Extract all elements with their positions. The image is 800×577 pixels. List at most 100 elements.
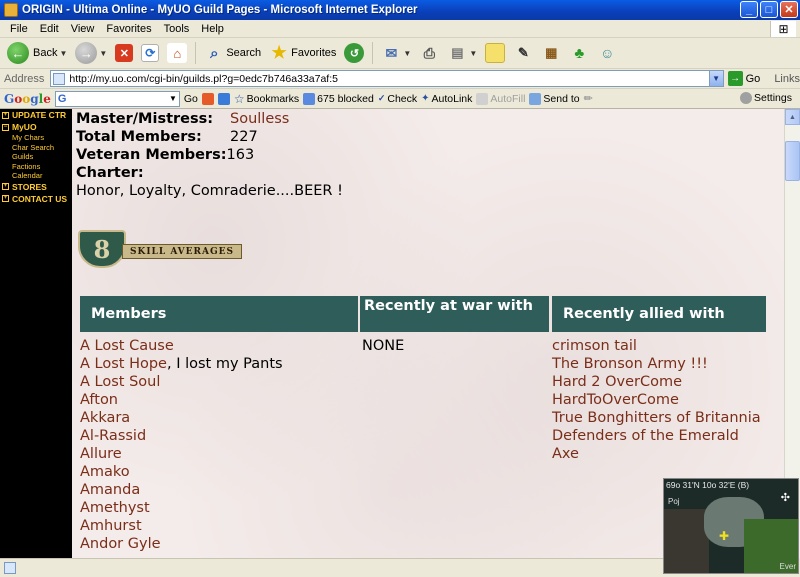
autolink-button[interactable]: ✦ AutoLink (421, 93, 472, 105)
highlighter-button[interactable]: ✏ (584, 92, 593, 105)
home-icon: ⌂ (167, 43, 188, 63)
minimap-terrain (664, 509, 709, 573)
menu-help[interactable]: Help (195, 23, 230, 35)
mail-button[interactable]: ✉ ▼ (378, 40, 414, 66)
menu-tools[interactable]: Tools (158, 23, 196, 35)
settings-label: Settings (754, 92, 792, 104)
maximize-button[interactable]: □ (760, 1, 778, 18)
member-link[interactable]: Amanda (80, 482, 140, 498)
autolink-label: AutoLink (431, 92, 473, 105)
member-link[interactable]: Allure (80, 446, 122, 462)
allied-guild-link[interactable]: crimson tail (552, 337, 766, 355)
war-column-header: Recently at war with (360, 296, 549, 332)
edit-button[interactable]: ▤ ▼ (444, 40, 480, 66)
member-link[interactable]: Afton (80, 392, 118, 408)
google-g-icon: G (57, 92, 67, 105)
google-search-input[interactable]: G ▼ (54, 90, 180, 107)
shield-icon: 8 (78, 230, 126, 268)
menu-file[interactable]: File (4, 23, 34, 35)
nav-calendar[interactable]: Calendar (0, 171, 72, 181)
menu-edit[interactable]: Edit (34, 23, 65, 35)
member-link[interactable]: Akkara (80, 410, 130, 426)
google-settings-button[interactable]: Settings (740, 92, 792, 104)
game-minimap[interactable]: 69o 31'N 10o 32'E (B) Poj ✣ ✚ Ever (663, 478, 799, 574)
scroll-up-arrow-icon[interactable]: ▲ (785, 109, 800, 125)
address-dropdown-icon[interactable]: ▼ (708, 70, 724, 87)
menu-favorites[interactable]: Favorites (100, 23, 157, 35)
member-link[interactable]: Amhurst (80, 518, 142, 534)
links-button[interactable]: Links (774, 73, 800, 85)
window-title: ORIGIN - Ultima Online - MyUO Guild Page… (22, 4, 418, 16)
back-dropdown-icon[interactable]: ▼ (59, 49, 67, 58)
skill-averages-button[interactable]: 8 SKILL AVERAGES (76, 230, 246, 268)
forward-button[interactable]: → ▼ (72, 40, 110, 66)
nav-guilds[interactable]: Guilds (0, 152, 72, 162)
expand-icon: + (2, 111, 9, 119)
note-icon (485, 43, 506, 63)
member-link[interactable]: Amako (80, 464, 130, 480)
member-link[interactable]: Al-Rassid (80, 428, 146, 444)
nav-contact-us[interactable]: + CONTACT US (0, 193, 72, 205)
send-to-button[interactable]: Send to (529, 92, 580, 105)
close-button[interactable]: ✕ (780, 1, 798, 18)
nav-factions[interactable]: Factions (0, 162, 72, 172)
people-button[interactable]: ☺ (594, 40, 620, 66)
minimap-label: Poj (668, 497, 680, 506)
refresh-button[interactable]: ⟳ (138, 40, 162, 66)
mail-icon: ✉ (385, 44, 398, 61)
list-item: Akkara (80, 409, 358, 427)
research-button[interactable]: ▦ (538, 40, 564, 66)
nav-update-ctr[interactable]: + UPDATE CTR (0, 109, 72, 121)
list-item: Andor Gyle (80, 535, 358, 553)
favorites-button[interactable]: ★ Favorites (266, 40, 339, 66)
nav-stores[interactable]: + STORES (0, 181, 72, 193)
google-logo-icon: Google (4, 91, 51, 106)
pagerank-button[interactable] (201, 92, 214, 105)
nav-myuo[interactable]: − MyUO (0, 121, 72, 133)
allied-guild-link[interactable]: True Bonghitters of Britannia (552, 409, 766, 427)
popup-blocked-label: 675 blocked (317, 92, 374, 105)
clover-button[interactable]: ♣ (566, 40, 592, 66)
scrollbar-thumb[interactable] (785, 141, 800, 181)
google-go-button[interactable]: Go (184, 93, 198, 105)
member-link[interactable]: Amethyst (80, 500, 150, 516)
google-search-dropdown-icon[interactable]: ▼ (169, 94, 179, 103)
charter-text: Honor, Loyalty, Comraderie....BEER ! (76, 183, 343, 199)
news-button[interactable] (217, 92, 230, 105)
messenger-button[interactable]: ✎ (510, 40, 536, 66)
autofill-button[interactable]: AutoFill (476, 92, 525, 105)
go-button[interactable]: → Go (727, 71, 760, 86)
nav-char-search[interactable]: Char Search (0, 143, 72, 153)
forward-dropdown-icon[interactable]: ▼ (99, 49, 107, 58)
spell-check-button[interactable]: ✓ Check (378, 93, 417, 105)
allied-guild-link[interactable]: The Bronson Army !!! (552, 355, 766, 373)
messenger-icon: ✎ (517, 45, 529, 60)
allied-guild-link[interactable]: Defenders of the Emerald Axe (552, 427, 766, 463)
popup-blocked-button[interactable]: 675 blocked (303, 92, 374, 105)
stop-button[interactable]: ✕ (112, 40, 136, 66)
notes-button[interactable] (482, 40, 508, 66)
search-button[interactable]: ⌕ Search (201, 40, 264, 66)
bookmarks-button[interactable]: ☆ Bookmarks (234, 92, 299, 106)
allied-guild-link[interactable]: Hard 2 OverCome (552, 373, 766, 391)
check-label: Check (387, 92, 418, 105)
member-link[interactable]: Andor Gyle (80, 536, 161, 552)
member-link[interactable]: A Lost Cause (80, 338, 174, 354)
member-link[interactable]: A Lost Hope (80, 356, 167, 372)
back-button[interactable]: ← Back ▼ (4, 40, 70, 66)
home-button[interactable]: ⌂ (164, 40, 190, 66)
menu-view[interactable]: View (65, 23, 101, 35)
allied-guild-link[interactable]: HardToOverCome (552, 391, 766, 409)
nav-my-chars[interactable]: My Chars (0, 133, 72, 143)
member-link[interactable]: A Lost Soul (80, 374, 160, 390)
master-link[interactable]: Soulless (230, 110, 289, 128)
total-members-label: Total Members: (76, 129, 202, 145)
address-input[interactable]: http://my.uo.com/cgi-bin/guilds.pl?g=0ed… (50, 70, 710, 87)
list-item: Amethyst (80, 499, 358, 517)
print-button[interactable]: ⎙ (416, 40, 442, 66)
edit-dropdown-icon[interactable]: ▼ (469, 49, 477, 58)
minimize-button[interactable]: _ (740, 1, 758, 18)
mail-dropdown-icon[interactable]: ▼ (403, 49, 411, 58)
history-button[interactable]: ↺ (341, 40, 367, 66)
veteran-members-value: 163 (226, 147, 255, 163)
